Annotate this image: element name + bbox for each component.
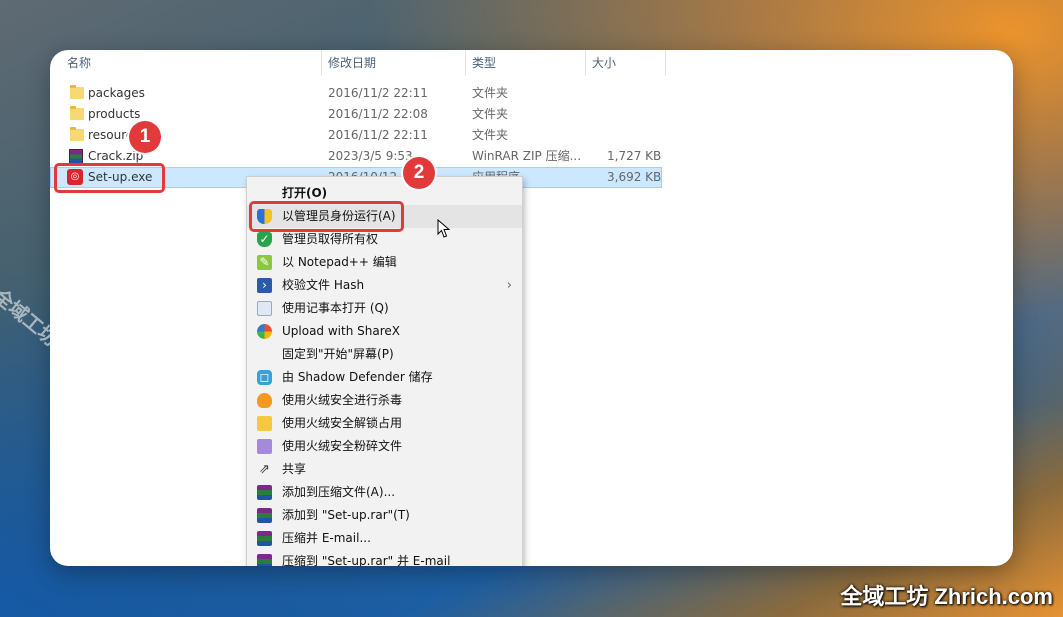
winrar-icon [69, 149, 83, 164]
column-type[interactable]: 类型 [466, 50, 585, 76]
column-size[interactable]: 大小 [586, 50, 665, 76]
notepadpp-icon: ✎ [257, 255, 272, 270]
winrar-icon [257, 531, 272, 546]
step-badge-1: 1 [129, 121, 161, 153]
file-row[interactable]: packages 2016/11/2 22:11 文件夹 [50, 83, 670, 104]
menu-item-huorong-shred[interactable]: 使用火绒安全粉碎文件 [247, 435, 522, 458]
highlight-box-run-as-admin [249, 201, 404, 232]
share-icon: ⇗ [259, 462, 270, 477]
menu-item-huorong-scan[interactable]: 使用火绒安全进行杀毒 [247, 389, 522, 412]
context-menu: 打开(O) 以管理员身份运行(A) ✓ 管理员取得所有权 ✎ 以 Notepad… [246, 176, 523, 566]
file-type: WinRAR ZIP 压缩... [472, 149, 582, 163]
mouse-cursor-icon [437, 219, 451, 238]
file-date: 2016/11/2 22:11 [328, 86, 428, 100]
file-date: 2016/11/2 22:08 [328, 107, 428, 121]
menu-item-add-archive[interactable]: 添加到压缩文件(A)... [247, 481, 522, 504]
file-name: packages [88, 86, 145, 100]
menu-item-compress-setup-email[interactable]: 压缩到 "Set-up.rar" 并 E-mail [247, 550, 522, 566]
folder-icon [70, 85, 84, 99]
shadow-defender-icon: ◻ [257, 370, 272, 385]
huorong-icon [257, 393, 272, 408]
watermark-corner: 全域工坊 Zhrich.com [840, 584, 1053, 609]
chevron-right-icon: › [506, 278, 512, 293]
menu-item-notepadpp[interactable]: ✎ 以 Notepad++ 编辑 [247, 251, 522, 274]
menu-item-add-setup-rar[interactable]: 添加到 "Set-up.rar"(T) [247, 504, 522, 527]
file-type: 文件夹 [472, 86, 509, 100]
menu-item-shadow-defender[interactable]: ◻ 由 Shadow Defender 储存 [247, 366, 522, 389]
menu-item-pin-start[interactable]: 固定到"开始"屏幕(P) [247, 343, 522, 366]
folder-icon [70, 106, 84, 120]
menu-item-sharex[interactable]: Upload with ShareX [247, 320, 522, 343]
file-name: products [88, 107, 141, 121]
file-size: 3,692 KB [607, 170, 662, 184]
green-shield-icon: ✓ [257, 232, 272, 247]
winrar-icon [257, 485, 272, 500]
file-date: 2016/11/2 22:11 [328, 128, 428, 142]
file-size: 1,727 KB [607, 149, 662, 163]
menu-item-notepad[interactable]: 使用记事本打开 (Q) [247, 297, 522, 320]
column-header: ^ 名称 修改日期 类型 大小 [50, 50, 1013, 76]
folder-icon [70, 127, 84, 141]
menu-item-compress-email[interactable]: 压缩并 E-mail... [247, 527, 522, 550]
menu-item-share[interactable]: ⇗ 共享 [247, 458, 522, 481]
column-separator[interactable] [665, 50, 666, 76]
highlight-box-setup [54, 163, 165, 193]
sharex-icon [257, 324, 272, 339]
file-date: 2023/3/5 9:53 [328, 149, 413, 163]
column-date[interactable]: 修改日期 [322, 50, 465, 76]
explorer-window: ^ 名称 修改日期 类型 大小 packages 2016/11/2 22:11… [50, 50, 1013, 566]
column-name[interactable]: 名称 [61, 50, 321, 76]
powershell-icon: › [257, 278, 272, 293]
menu-item-huorong-unlock[interactable]: 使用火绒安全解锁占用 [247, 412, 522, 435]
winrar-icon [257, 554, 272, 566]
shredder-icon [257, 439, 272, 454]
notepad-icon [257, 301, 272, 316]
file-type: 文件夹 [472, 107, 509, 121]
unlock-folder-icon [257, 416, 272, 431]
file-type: 文件夹 [472, 128, 509, 142]
menu-item-file-hash[interactable]: › 校验文件 Hash › [247, 274, 522, 297]
step-badge-2: 2 [403, 157, 435, 189]
winrar-icon [257, 508, 272, 523]
